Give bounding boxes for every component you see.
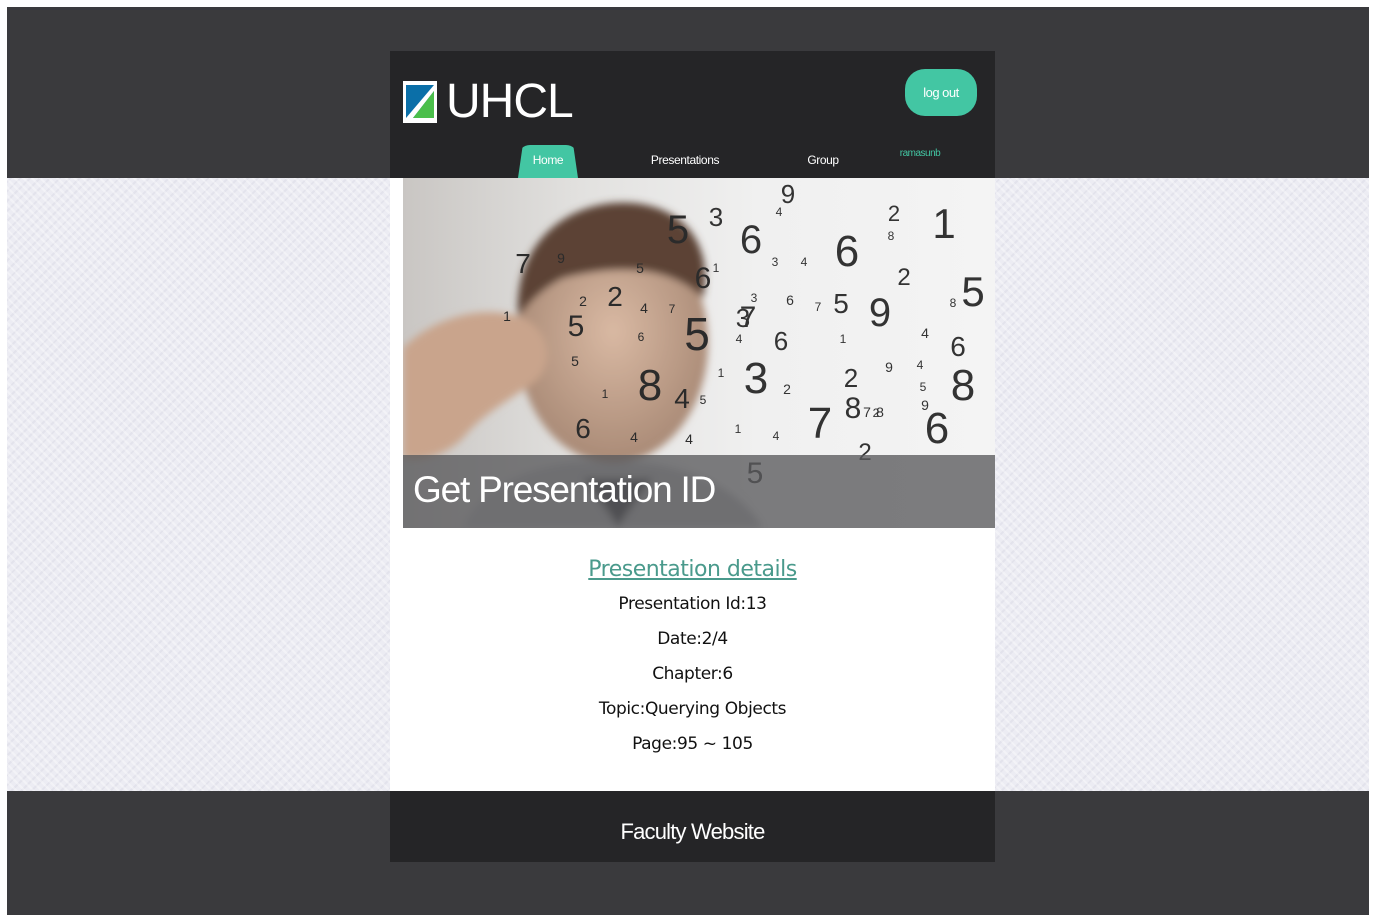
floating-number: 6 [575, 413, 591, 444]
floating-number: 2 [783, 381, 791, 397]
floating-number: 8 [845, 392, 862, 425]
floating-number: 2 [579, 293, 587, 309]
presentation-details: Presentation details Presentation Id:13 … [390, 553, 995, 762]
floating-number: 4 [736, 332, 743, 346]
floating-number: 4 [685, 431, 693, 447]
floating-number: 7 [863, 404, 871, 420]
floating-number: 5 [833, 288, 849, 319]
date-text: Date:2/4 [657, 629, 728, 649]
floating-number: 9 [781, 179, 795, 209]
page-container: UHCL log out Home Presentations Group ra… [390, 51, 995, 862]
logo-text: UHCL [446, 75, 574, 128]
floating-number: 1 [602, 387, 609, 401]
nav-tab-home[interactable]: Home [518, 145, 578, 178]
floating-number: 1 [718, 366, 725, 380]
floating-number: 2 [873, 406, 880, 420]
uhcl-logo-icon [403, 81, 437, 123]
site-logo[interactable]: UHCL [403, 75, 574, 128]
floating-number: 6 [774, 326, 788, 356]
floating-number: 6 [925, 404, 949, 453]
floating-number: 8 [888, 229, 895, 243]
topic-text: Topic:Querying Objects [598, 699, 787, 719]
floating-number: 1 [713, 261, 720, 275]
floating-number: 6 [740, 218, 762, 262]
floating-number: 1 [840, 332, 847, 346]
site-header: UHCL log out Home Presentations Group ra… [390, 51, 995, 178]
floating-number: 3 [709, 202, 723, 232]
floating-number: 5 [568, 310, 585, 343]
floating-number: 4 [776, 205, 783, 219]
floating-number: 2 [607, 281, 623, 312]
floating-number: 5 [636, 260, 644, 276]
floating-number: 2 [897, 264, 910, 291]
floating-number: 7 [740, 301, 757, 334]
floating-number: 7 [669, 302, 676, 316]
floating-number: 4 [773, 429, 780, 443]
floating-number: 6 [835, 227, 859, 276]
floating-number: 6 [695, 262, 712, 295]
logout-button[interactable]: log out [905, 69, 977, 116]
nav-tab-presentations[interactable]: Presentations [645, 145, 725, 178]
floating-number: 4 [630, 429, 638, 445]
floating-number: 1 [735, 422, 742, 436]
floating-number: 6 [786, 292, 794, 308]
hero-caption: Get Presentation ID [413, 469, 716, 510]
floating-number: 9 [557, 250, 565, 266]
floating-number: 8 [951, 361, 975, 410]
floating-number: 2 [844, 363, 858, 393]
details-title[interactable]: Presentation details [390, 553, 995, 587]
floating-number: 5 [684, 308, 710, 360]
username-link[interactable]: ramasunb [895, 148, 945, 159]
floating-number: 1 [503, 308, 511, 324]
nav-tab-group[interactable]: Group [798, 145, 848, 178]
floating-number: 2 [888, 201, 900, 226]
presentation-id-text: Presentation Id:13 [618, 594, 767, 614]
floating-number: 4 [917, 358, 924, 372]
hero-banner: 9435632816479561224733675928571565461465… [403, 178, 995, 528]
floating-number: 6 [950, 331, 966, 362]
floating-number: 4 [921, 325, 929, 341]
floating-number: 4 [801, 255, 808, 269]
floating-number: 6 [638, 330, 645, 344]
chapter-text: Chapter:6 [652, 664, 733, 684]
floating-number: 8 [638, 361, 662, 410]
floating-number: 9 [869, 291, 891, 335]
floating-number: 7 [815, 300, 822, 314]
floating-number: 5 [571, 353, 579, 369]
floating-number: 4 [674, 383, 690, 414]
page-range-text: Page:95 ~ 105 [632, 734, 753, 754]
floating-number: 3 [772, 255, 779, 269]
floating-number: 5 [667, 208, 689, 252]
site-footer: Faculty Website [390, 791, 995, 862]
floating-number: 7 [808, 399, 832, 448]
floating-number: 7 [515, 248, 531, 279]
floating-number: 3 [744, 354, 768, 403]
floating-number: 5 [961, 268, 984, 315]
floating-number: 1 [932, 200, 955, 247]
main-content: 9435632816479561224733675928571565461465… [390, 178, 995, 791]
floating-number: 4 [640, 300, 648, 316]
floating-number: 5 [700, 393, 707, 407]
floating-number: 9 [885, 359, 893, 375]
floating-number: 8 [950, 296, 957, 310]
floating-number: 5 [920, 380, 927, 394]
